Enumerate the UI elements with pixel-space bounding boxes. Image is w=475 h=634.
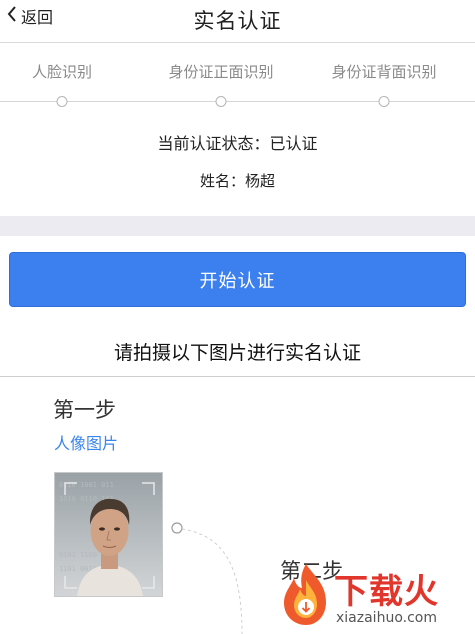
watermark-text: 下载火: [334, 572, 439, 612]
step-connector: [171, 522, 243, 634]
divider: [0, 376, 475, 377]
user-name: 姓名：杨超: [199, 172, 275, 190]
step-label-id-front: 身份证正面识别: [168, 63, 274, 81]
page-title: 实名认证: [193, 9, 282, 33]
progress-steps: 人脸识别 身份证正面识别 身份证背面识别: [0, 43, 475, 113]
verification-status: 当前认证状态：已认证: [157, 134, 318, 153]
progress-line: [0, 101, 475, 102]
portrait-photo[interactable]: 0110 1001 011 1010 0110 101 0101 1100 01…: [54, 472, 163, 597]
watermark-url: xiazaihuo.com: [336, 610, 437, 626]
instruction-text: 请拍摄以下图片进行实名认证: [113, 342, 361, 364]
step-dot-face: [56, 96, 68, 107]
section-separator: [0, 216, 475, 236]
start-verification-button[interactable]: 开始认证: [9, 252, 466, 307]
svg-text:0110 1001 011: 0110 1001 011: [59, 481, 114, 489]
nav-bar: 返回 实名认证: [0, 0, 475, 43]
step1-subtitle[interactable]: 人像图片: [54, 430, 118, 454]
flame-download-icon: [284, 564, 326, 625]
watermark-logo: 下载火 xiazaihuo.com: [278, 560, 475, 634]
step1-title: 第一步: [53, 398, 116, 422]
step-dot-id-front: [215, 96, 227, 107]
step-label-face: 人脸识别: [31, 63, 93, 81]
step-dot-id-back: [378, 96, 390, 107]
portrait-illustration-icon: 0110 1001 011 1010 0110 101 0101 1100 01…: [55, 473, 162, 596]
step-label-id-back: 身份证背面识别: [331, 63, 437, 81]
